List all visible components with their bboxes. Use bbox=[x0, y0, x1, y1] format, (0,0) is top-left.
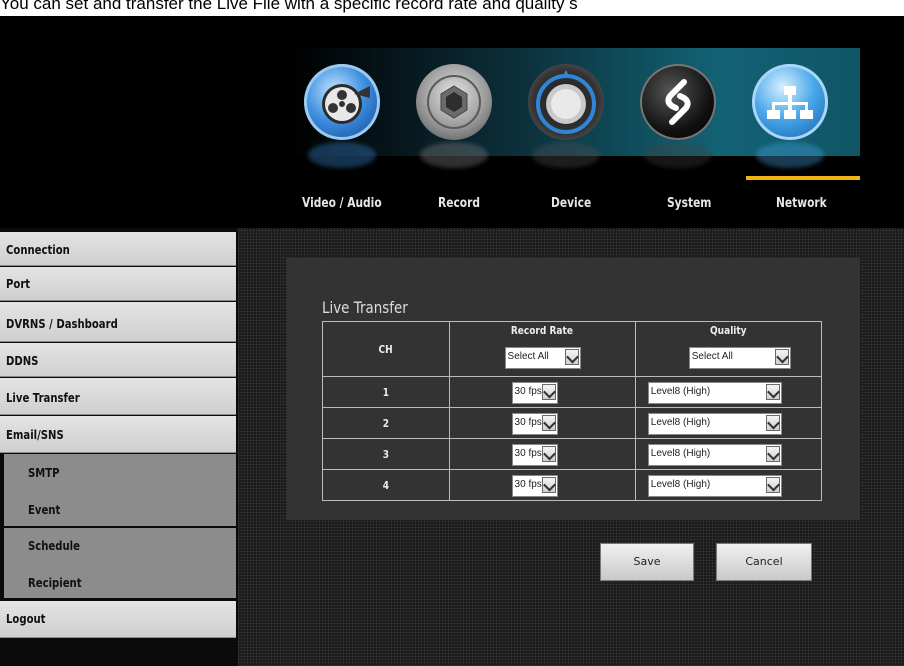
sidebar-subitem-smtp[interactable]: SMTP bbox=[4, 454, 236, 490]
tab-label-network[interactable]: Network bbox=[776, 196, 827, 211]
sidebar-subitem-recipient[interactable]: Recipient bbox=[4, 564, 236, 598]
rate-cell: 30 fps bbox=[448, 407, 636, 439]
table-row: 4 30 fps Level8 (High) bbox=[322, 469, 823, 501]
table-row: 2 30 fps Level8 (High) bbox=[322, 407, 823, 439]
sidebar: Connection Port DVRNS / Dashboard DDNS L… bbox=[0, 228, 238, 666]
sidebar-subitem-label: Event bbox=[28, 503, 61, 517]
record-rate-select-all[interactable]: Select All bbox=[504, 347, 581, 369]
record-rate-header: Record Rate Select All bbox=[448, 321, 636, 377]
tab-label-video-audio[interactable]: Video / Audio bbox=[302, 196, 382, 211]
film-reel-icon bbox=[304, 64, 380, 140]
ch-header: CH bbox=[322, 321, 450, 377]
chevron-down-icon bbox=[541, 477, 556, 493]
record-rate-select[interactable]: 30 fps bbox=[511, 444, 558, 466]
select-value: 30 fps bbox=[514, 448, 542, 459]
sidebar-item-label: DDNS bbox=[6, 354, 39, 368]
sidebar-item-label: Live Transfer bbox=[6, 391, 80, 405]
sidebar-subitem-label: Schedule bbox=[28, 539, 80, 553]
tab-label-system[interactable]: System bbox=[667, 196, 711, 211]
orb-reflection bbox=[532, 142, 600, 168]
quality-select[interactable]: Level8 (High) bbox=[647, 382, 782, 404]
select-value: Level8 (High) bbox=[650, 386, 711, 397]
chevron-down-icon bbox=[541, 384, 556, 400]
caption-text: You can set and transfer the Live File w… bbox=[0, 0, 578, 13]
ch-cell: 3 bbox=[322, 438, 450, 470]
orb-reflection bbox=[756, 142, 824, 168]
chevron-down-icon bbox=[765, 446, 780, 462]
sidebar-item-label: Port bbox=[6, 277, 31, 291]
select-value: Level8 (High) bbox=[650, 479, 711, 490]
select-value: 30 fps bbox=[514, 386, 542, 397]
ch-cell: 2 bbox=[322, 407, 450, 439]
tab-label-record[interactable]: Record bbox=[438, 196, 480, 211]
rate-cell: 30 fps bbox=[448, 469, 636, 501]
ch-cell: 1 bbox=[322, 376, 450, 408]
sidebar-item-label: Logout bbox=[6, 612, 46, 626]
sidebar-item-port[interactable]: Port bbox=[0, 267, 236, 301]
table-row: 1 30 fps Level8 (High) bbox=[322, 376, 823, 408]
quality-header-label: Quality bbox=[710, 324, 747, 337]
live-transfer-table: CH Record Rate Select All Quality Select… bbox=[322, 321, 823, 501]
orb-reflection bbox=[420, 142, 488, 168]
sidebar-subitem-label: SMTP bbox=[28, 466, 60, 480]
panel-title: Live Transfer bbox=[322, 298, 408, 317]
sidebar-item-label: Connection bbox=[6, 243, 70, 257]
quality-select[interactable]: Level8 (High) bbox=[647, 475, 782, 497]
orb-reflection bbox=[308, 142, 376, 168]
sidebar-item-logout[interactable]: Logout bbox=[0, 601, 236, 638]
sidebar-item-label: Email/SNS bbox=[6, 428, 64, 442]
sidebar-item-dvrns-dashboard[interactable]: DVRNS / Dashboard bbox=[0, 302, 236, 342]
rate-cell: 30 fps bbox=[448, 438, 636, 470]
chevron-down-icon bbox=[765, 384, 780, 400]
chevron-down-icon bbox=[564, 349, 579, 365]
select-value: Level8 (High) bbox=[650, 417, 711, 428]
cancel-button[interactable]: Cancel bbox=[716, 543, 812, 581]
quality-cell: Level8 (High) bbox=[634, 438, 823, 470]
ch-header-label: CH bbox=[378, 342, 393, 356]
record-rate-select[interactable]: 30 fps bbox=[511, 382, 558, 404]
orb-reflection bbox=[644, 142, 712, 168]
chevron-down-icon bbox=[774, 349, 789, 365]
quality-cell: Level8 (High) bbox=[634, 469, 823, 501]
power-knob-icon bbox=[528, 64, 604, 140]
select-value: 30 fps bbox=[514, 417, 542, 428]
save-button[interactable]: Save bbox=[600, 543, 694, 581]
sidebar-subitem-event[interactable]: Event bbox=[4, 490, 236, 526]
network-tree-icon bbox=[752, 64, 828, 140]
sidebar-subitem-schedule[interactable]: Schedule bbox=[4, 528, 236, 562]
chevron-down-icon bbox=[541, 446, 556, 462]
ch-cell: 4 bbox=[322, 469, 450, 501]
sidebar-item-label: DVRNS / Dashboard bbox=[6, 317, 118, 331]
quality-select[interactable]: Level8 (High) bbox=[647, 413, 782, 435]
record-rate-header-label: Record Rate bbox=[511, 324, 574, 337]
camera-lens-icon bbox=[416, 64, 492, 140]
select-value: Level8 (High) bbox=[650, 448, 711, 459]
sidebar-item-ddns[interactable]: DDNS bbox=[0, 343, 236, 377]
quality-header: Quality Select All bbox=[634, 321, 823, 377]
sidebar-subitem-label: Recipient bbox=[28, 576, 82, 590]
select-value: Select All bbox=[507, 351, 549, 362]
quality-select-all[interactable]: Select All bbox=[688, 347, 791, 369]
system-logo-icon bbox=[640, 64, 716, 140]
chevron-down-icon bbox=[541, 415, 556, 431]
sidebar-item-live-transfer[interactable]: Live Transfer bbox=[0, 378, 236, 415]
quality-cell: Level8 (High) bbox=[634, 376, 823, 408]
select-value: 30 fps bbox=[514, 479, 542, 490]
quality-select[interactable]: Level8 (High) bbox=[647, 444, 782, 466]
sidebar-item-email-sns[interactable]: Email/SNS bbox=[0, 416, 236, 453]
chevron-down-icon bbox=[765, 415, 780, 431]
tab-label-device[interactable]: Device bbox=[551, 196, 591, 211]
table-header-row: CH Record Rate Select All Quality Select… bbox=[322, 321, 823, 377]
select-value: Select All bbox=[691, 351, 733, 362]
selected-tab-indicator bbox=[746, 176, 860, 180]
rate-cell: 30 fps bbox=[448, 376, 636, 408]
quality-cell: Level8 (High) bbox=[634, 407, 823, 439]
chevron-down-icon bbox=[765, 477, 780, 493]
record-rate-select[interactable]: 30 fps bbox=[511, 475, 558, 497]
record-rate-select[interactable]: 30 fps bbox=[511, 413, 558, 435]
sidebar-item-connection[interactable]: Connection bbox=[0, 232, 236, 266]
table-row: 3 30 fps Level8 (High) bbox=[322, 438, 823, 470]
